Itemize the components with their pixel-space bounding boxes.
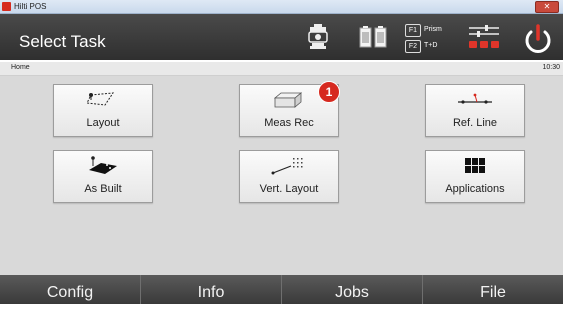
as-built-icon [89,156,117,174]
tile-vert-layout[interactable]: Vert. Layout [239,150,339,203]
tile-label: Ref. Line [452,117,498,129]
tile-label: Vert. Layout [259,183,319,195]
bottom-nav: Config Info Jobs File [0,275,563,304]
tile-label: Layout [86,117,120,129]
nav-jobs[interactable]: Jobs [282,275,423,304]
page-title: Select Task [19,32,106,51]
surveyor-instrument-icon[interactable] [306,24,330,50]
app-icon [2,2,11,11]
f2-label: T+D [424,42,438,49]
power-icon[interactable] [522,23,554,55]
window-title: Hilti POS [14,2,47,11]
battery-icon [359,26,387,48]
f2-key[interactable]: F2 [405,40,421,53]
layout-icon [86,92,114,106]
breadcrumb: Home 10:30 [0,62,563,76]
tile-applications[interactable]: Applications [425,150,525,203]
tile-label: As Built [84,183,122,195]
task-grid: Layout Meas Rec 1 Ref. Line As Built Ver… [0,76,563,275]
notification-badge: 1 [318,81,340,103]
f1-label: Prism [424,26,442,33]
app-header: Select Task F1 Prism F2 T+D [0,14,563,60]
tile-ref-line[interactable]: Ref. Line [425,84,525,137]
window-titlebar: Hilti POS ✕ [0,0,563,14]
nav-config[interactable]: Config [0,275,141,304]
window-close-button[interactable]: ✕ [535,1,559,13]
nav-file[interactable]: File [423,275,563,304]
function-keys: F1 Prism F2 T+D [405,22,455,54]
ref-line-icon [458,93,492,104]
applications-grid-icon [465,158,485,173]
f1-key[interactable]: F1 [405,24,421,37]
breadcrumb-home[interactable]: Home [11,64,30,71]
tile-as-built[interactable]: As Built [53,150,153,203]
tile-layout[interactable]: Layout [53,84,153,137]
vert-layout-icon [271,158,303,175]
clock: 10:30 [542,64,560,71]
nav-info[interactable]: Info [141,275,282,304]
settings-sliders-icon[interactable] [467,24,501,52]
tile-label: Meas Rec [264,117,314,129]
meas-rec-icon [273,92,303,108]
tile-label: Applications [445,183,505,195]
